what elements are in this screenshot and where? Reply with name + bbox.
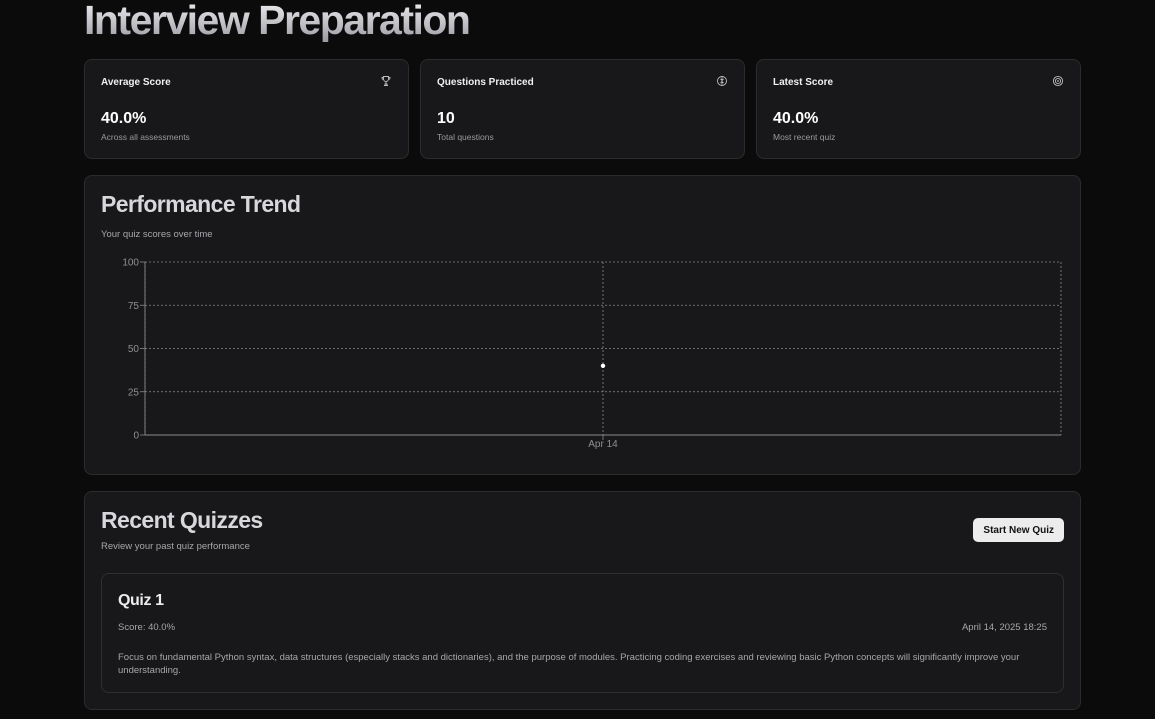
y-tick-label: 0	[133, 431, 139, 442]
quiz-item[interactable]: Quiz 1 Score: 40.0% April 14, 2025 18:25…	[101, 573, 1064, 693]
y-tick-label: 50	[128, 344, 140, 355]
quiz-title: Quiz 1	[118, 592, 164, 609]
stat-title: Average Score	[101, 77, 171, 88]
section-title: Recent Quizzes	[101, 507, 263, 533]
performance-chart: 0 25 50 75 100 Apr 14	[122, 258, 1062, 450]
x-tick-label: Apr 14	[588, 439, 618, 450]
stat-value: 10	[437, 110, 455, 127]
quiz-score: Score: 40.0%	[118, 622, 176, 633]
start-new-quiz-button[interactable]: Start New Quiz	[973, 518, 1064, 542]
y-tick-label: 100	[122, 258, 139, 269]
target-icon	[1052, 75, 1064, 87]
y-tick-label: 25	[128, 387, 140, 398]
trophy-icon	[381, 76, 391, 86]
stat-title: Latest Score	[773, 77, 834, 88]
performance-trend-card: Performance Trend Your quiz scores over …	[84, 175, 1081, 475]
stat-value: 40.0%	[101, 110, 147, 127]
stat-title: Questions Practiced	[437, 77, 534, 88]
stat-subtitle: Across all assessments	[101, 132, 190, 142]
recent-quizzes-card: Recent Quizzes Review your past quiz per…	[84, 491, 1081, 710]
stat-card-questions-practiced: Questions Practiced 10 Total questions	[420, 59, 745, 159]
stat-subtitle: Most recent quiz	[773, 132, 836, 142]
stat-subtitle: Total questions	[437, 132, 494, 142]
stat-card-average-score: Average Score 40.0% Across all assessmen…	[84, 59, 409, 159]
brain-icon	[717, 76, 727, 86]
quiz-feedback: Focus on fundamental Python syntax, data…	[118, 652, 1020, 676]
data-point	[600, 363, 606, 368]
section-subtitle: Review your past quiz performance	[101, 541, 250, 552]
stat-card-latest-score: Latest Score 40.0% Most recent quiz	[756, 59, 1081, 159]
page-title: Interview Preparation	[84, 0, 471, 43]
y-tick-label: 75	[128, 301, 140, 312]
quiz-date: April 14, 2025 18:25	[961, 622, 1047, 633]
stat-value: 40.0%	[773, 110, 819, 127]
